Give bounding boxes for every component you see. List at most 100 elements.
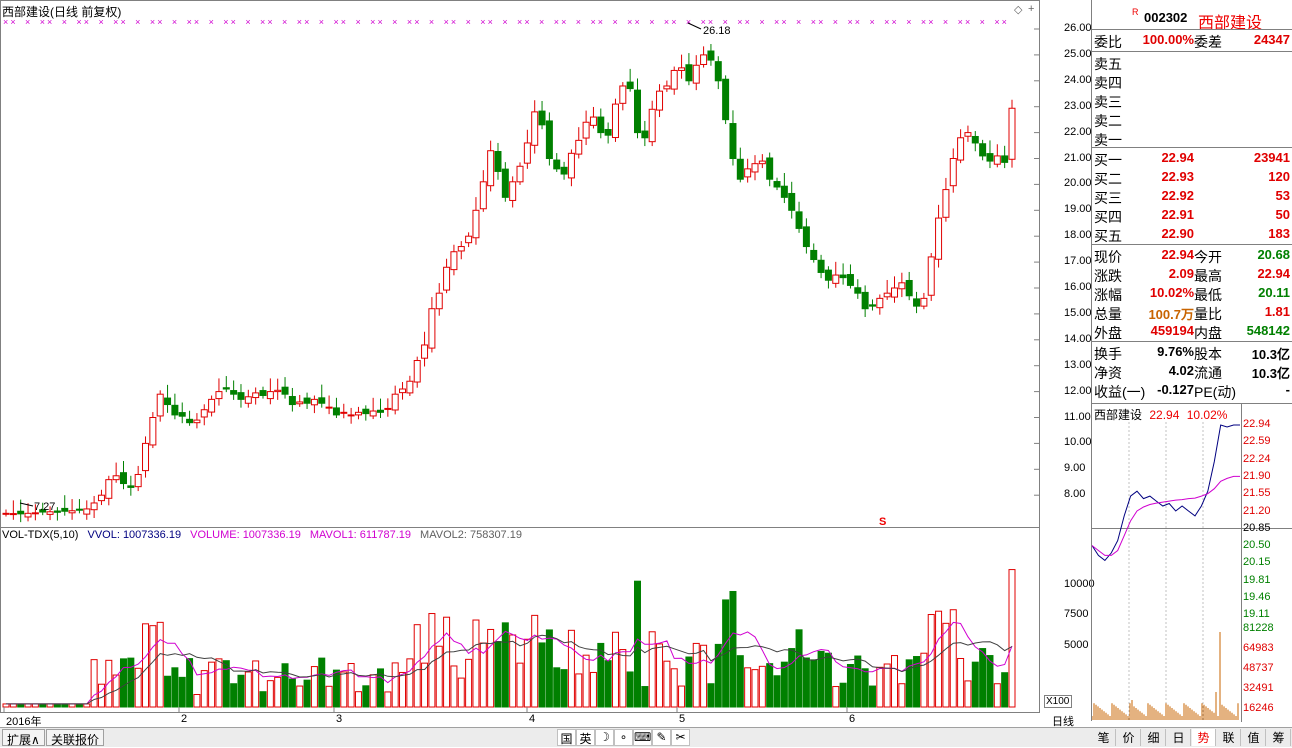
volume-bar bbox=[274, 676, 282, 708]
volume-bar bbox=[560, 669, 568, 708]
stat-row: 现价 22.94 今开 20.68 bbox=[1092, 246, 1292, 265]
kline-chart[interactable]: × × × × × × × × × × × × × × × × × × × × × × × × × × × × × × × × × × × × × × × ×… bbox=[0, 0, 1040, 713]
signal-marker: × bbox=[811, 17, 816, 27]
candle-body bbox=[215, 391, 223, 400]
buy-volume: 120 bbox=[1268, 169, 1290, 184]
signal-marker: × bbox=[686, 17, 691, 27]
panel-tab[interactable]: 筹 bbox=[1267, 729, 1291, 746]
candle-body bbox=[296, 401, 304, 405]
panel-tab[interactable]: 价 bbox=[1117, 729, 1141, 746]
signal-markers: × × × × × × × × × × × × × × × × × × × × × × × × × × × × × × × × × × × × × × × ×… bbox=[3, 17, 1007, 27]
volume-bar bbox=[149, 625, 157, 708]
panel-tab[interactable]: 值 bbox=[1242, 729, 1266, 746]
candle-body bbox=[979, 143, 987, 157]
divider bbox=[1092, 29, 1292, 30]
signal-marker: × bbox=[928, 17, 933, 27]
volume-bar bbox=[237, 674, 245, 708]
volume-bar bbox=[891, 655, 899, 708]
intraday-stock-name: 西部建设 bbox=[1094, 408, 1143, 422]
buy-volume: 183 bbox=[1268, 226, 1290, 241]
candle-body bbox=[112, 475, 120, 481]
candle-body bbox=[90, 502, 98, 511]
signal-marker: × bbox=[282, 17, 287, 27]
chart-frame bbox=[0, 0, 1040, 713]
fund-row-price: 4.02 bbox=[1168, 363, 1194, 378]
candle-body bbox=[465, 235, 473, 244]
candle-body bbox=[288, 396, 296, 406]
candle-body bbox=[384, 407, 392, 410]
candle-body bbox=[810, 249, 818, 261]
candle-body bbox=[178, 412, 186, 417]
sell-row-label: 卖二 bbox=[1094, 113, 1122, 129]
signal-marker: × bbox=[524, 17, 529, 27]
candle-body bbox=[274, 389, 282, 393]
fund-label-2: 流通 bbox=[1194, 365, 1222, 381]
ime-button[interactable]: ✎ bbox=[652, 729, 671, 746]
volume-bar bbox=[523, 638, 531, 708]
ime-button[interactable]: ✂ bbox=[671, 729, 690, 746]
chart-plus-button[interactable]: + bbox=[1028, 3, 1034, 15]
panel-tab[interactable]: 势 bbox=[1192, 729, 1216, 746]
intraday-price-tick: 21.90 bbox=[1243, 469, 1271, 482]
candle-body bbox=[634, 89, 642, 134]
kline-svg[interactable]: × × × × × × × × × × × × × × × × × × × × × × × × × × × × × × × × × × × × × × × ×… bbox=[0, 0, 1040, 713]
volume-bar bbox=[531, 614, 539, 708]
ime-button[interactable]: 国 bbox=[557, 729, 576, 746]
signal-marker: × bbox=[407, 17, 412, 27]
signal-marker: × bbox=[451, 17, 456, 27]
stat-row-price: 2.09 bbox=[1168, 266, 1194, 281]
chart-diamond-button[interactable]: ◇ bbox=[1014, 3, 1022, 16]
volume-bar bbox=[810, 659, 818, 708]
expand-tab[interactable]: 扩展∧ bbox=[2, 729, 45, 747]
volume-bar bbox=[545, 629, 553, 708]
panel-tab[interactable]: 笔 bbox=[1092, 729, 1116, 746]
fund-row-label: 收益(一) bbox=[1094, 384, 1146, 400]
volume-bar bbox=[839, 682, 847, 708]
fund-row-label: 换手 bbox=[1094, 346, 1122, 362]
quote-panel: R 002302 西部建设 委比 100.00% 委差 24347 卖五 卖四 卖三… bbox=[1091, 0, 1292, 403]
fund-row: 净资 4.02 流通 10.3亿 bbox=[1092, 362, 1292, 381]
volume-bar bbox=[854, 655, 862, 708]
candle-body bbox=[413, 360, 421, 383]
ime-button[interactable]: ∘ bbox=[614, 729, 633, 746]
candle-body bbox=[24, 512, 32, 518]
signal-marker: × bbox=[554, 17, 559, 27]
ime-button[interactable]: ⌨ bbox=[633, 729, 652, 746]
candle-body bbox=[281, 386, 289, 395]
divider bbox=[1092, 341, 1292, 342]
signal-marker: × bbox=[576, 17, 581, 27]
intraday-volume-tick: 16246 bbox=[1243, 702, 1274, 714]
candle-body bbox=[347, 414, 355, 417]
candle-body bbox=[876, 297, 884, 309]
volume-bar bbox=[354, 691, 362, 708]
volume-indicator-header[interactable]: VOL-TDX(5,10) VVOL: 1007336.19 VOLUME: 1… bbox=[2, 529, 528, 541]
candle-body bbox=[443, 266, 451, 291]
signal-marker: × bbox=[370, 17, 375, 27]
candle-body bbox=[354, 411, 362, 416]
candle-body bbox=[487, 150, 495, 187]
stat-label-2: 量比 bbox=[1194, 306, 1222, 322]
sell-row-label: 卖四 bbox=[1094, 75, 1122, 91]
ime-button[interactable]: ☽ bbox=[595, 729, 614, 746]
candle-body bbox=[332, 407, 340, 416]
mavol2-value: MAVOL2: 758307.19 bbox=[420, 529, 522, 541]
candle-body bbox=[883, 292, 891, 298]
signal-marker: × bbox=[664, 17, 669, 27]
panel-tab[interactable]: 日 bbox=[1167, 729, 1191, 746]
intraday-chart[interactable]: 西部建设 22.94 10.02% 22.94 22.59 22.24 21.90 21… bbox=[1091, 403, 1292, 722]
signal-marker: × bbox=[590, 17, 595, 27]
candle-body bbox=[406, 380, 414, 394]
intraday-price-tick: 22.24 bbox=[1243, 452, 1271, 465]
panel-tab[interactable]: 联 bbox=[1217, 729, 1241, 746]
signal-marker: × bbox=[774, 17, 779, 27]
signal-marker: × bbox=[781, 17, 786, 27]
volume-bar bbox=[641, 686, 649, 708]
related-quotes-tab[interactable]: 关联报价 bbox=[46, 729, 105, 747]
buy-row-label: 买一 bbox=[1094, 152, 1122, 168]
volume-bar bbox=[788, 648, 796, 708]
candle-body bbox=[340, 411, 348, 414]
panel-tab[interactable]: 细 bbox=[1142, 729, 1166, 746]
ime-button[interactable]: 英 bbox=[576, 729, 595, 746]
candle-body bbox=[920, 297, 928, 307]
candle-body bbox=[61, 507, 69, 512]
